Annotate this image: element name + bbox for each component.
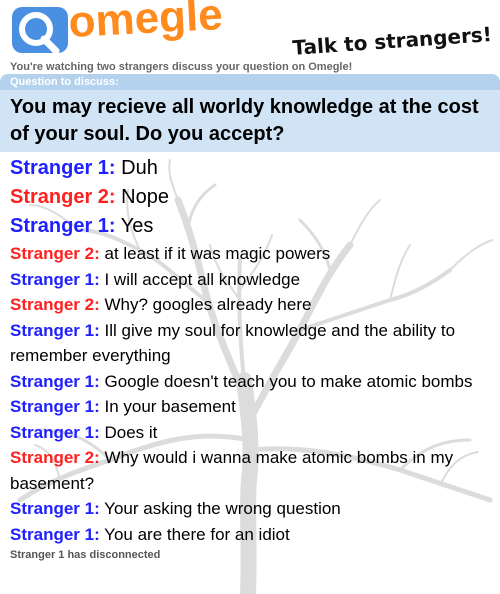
speaker-label: Stranger 2:: [10, 186, 116, 208]
message-text: In your basement: [104, 397, 236, 416]
chat-message: Stranger 1: You are there for an idiot: [10, 522, 490, 548]
message-text: Does it: [104, 422, 158, 442]
message-text: You are there for an idiot: [104, 524, 290, 544]
header: omegle Talk to strangers!: [0, 0, 500, 60]
question-label: Question to discuss:: [0, 74, 500, 90]
question-panel: Question to discuss: You may recieve all…: [0, 74, 500, 152]
disconnect-status: Stranger 1 has disconnected: [10, 549, 161, 561]
speaker-label: Stranger 2:: [10, 244, 100, 263]
message-text: Google doesn't teach you to make atomic …: [104, 371, 473, 391]
message-text: at least if it was magic powers: [104, 244, 331, 263]
speaker-label: Stranger 1:: [10, 215, 116, 237]
chat-log: Stranger 1: Duh Stranger 2: Nope Strange…: [10, 154, 490, 561]
chat-message: Stranger 1: Does it: [10, 420, 490, 446]
message-text: Yes: [120, 215, 154, 237]
speaker-label: Stranger 1:: [10, 157, 116, 179]
question-text: You may recieve all worldy knowledge at …: [10, 96, 479, 145]
chat-message: Stranger 1: Yes: [10, 212, 490, 241]
chat-message: Stranger 1: Your asking the wrong questi…: [10, 496, 490, 522]
speaker-label: Stranger 1:: [10, 524, 100, 544]
message-text: Duh: [121, 157, 158, 179]
speaker-label: Stranger 1:: [10, 371, 100, 391]
speaker-label: Stranger 1:: [10, 397, 100, 416]
chat-message: Stranger 1: Google doesn't teach you to …: [10, 369, 490, 395]
chat-message: Stranger 2: Nope: [10, 183, 490, 212]
speaker-label: Stranger 1:: [10, 269, 100, 289]
chat-message: Stranger 2: Why? googles already here: [10, 292, 490, 318]
chat-message: Stranger 2: at least if it was magic pow…: [10, 241, 490, 267]
logo-text: omegle: [67, 0, 224, 48]
tagline: Talk to strangers!: [291, 22, 493, 60]
chat-message: Stranger 2: Why would i wanna make atomi…: [10, 445, 490, 496]
chat-message: Stranger 1: Ill give my soul for knowled…: [10, 318, 490, 369]
speaker-label: Stranger 1:: [10, 422, 100, 442]
chat-message: Stranger 1: Duh: [10, 154, 490, 183]
omegle-logo-icon: [12, 7, 68, 55]
message-text: Why? googles already here: [104, 295, 312, 314]
speaker-label: Stranger 1:: [10, 320, 100, 340]
message-text: Your asking the wrong question: [104, 499, 341, 518]
speaker-label: Stranger 2:: [10, 448, 100, 467]
chat-message: Stranger 1: In your basement: [10, 394, 490, 420]
message-text: I will accept all knowledge: [104, 269, 301, 289]
message-text: Nope: [121, 186, 169, 208]
chat-message: Stranger 1: I will accept all knowledge: [10, 267, 490, 293]
speaker-label: Stranger 2:: [10, 295, 100, 314]
speaker-label: Stranger 1:: [10, 499, 100, 518]
watching-notice: You're watching two strangers discuss yo…: [10, 61, 353, 73]
